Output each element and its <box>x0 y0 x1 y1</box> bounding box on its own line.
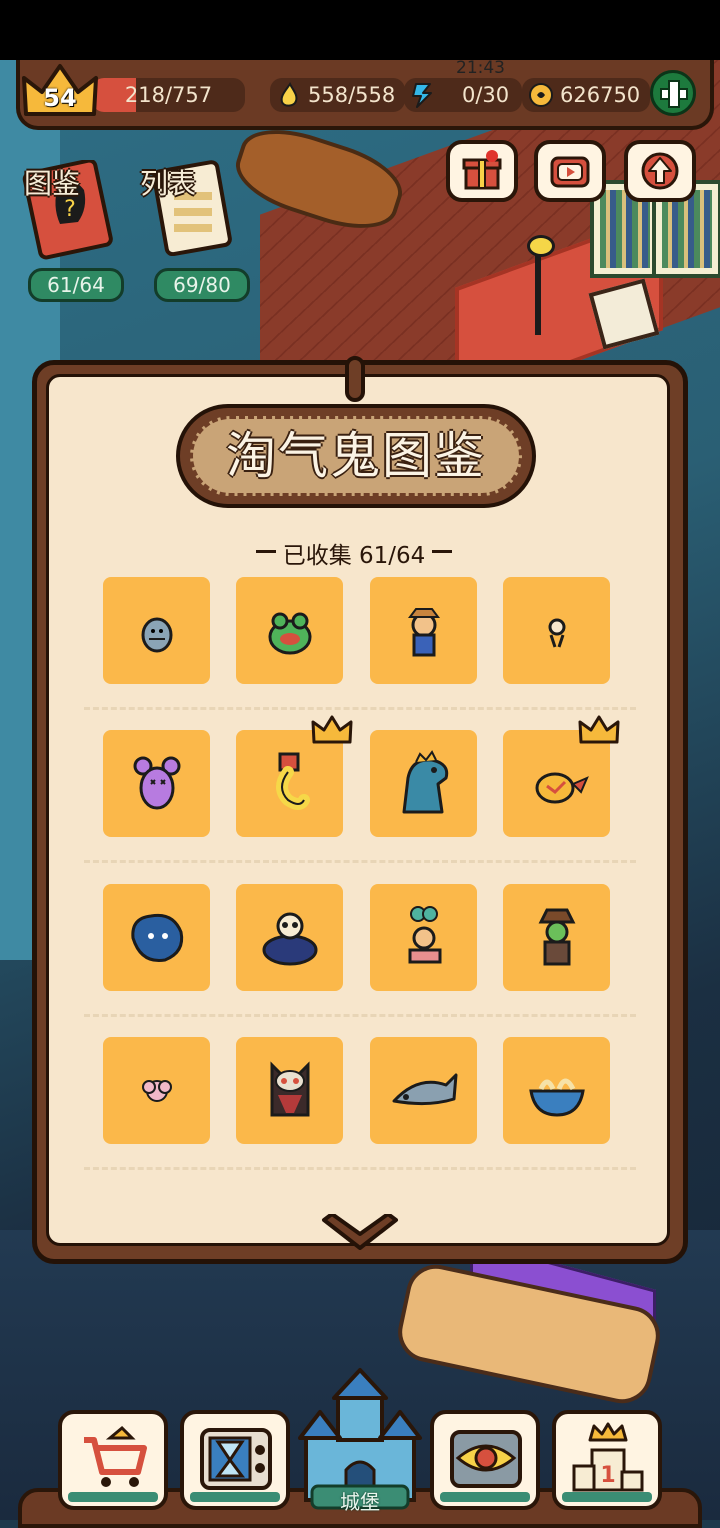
owl-ghost-icon <box>270 1061 310 1117</box>
energy-text: 0/30 <box>462 83 510 107</box>
clock: 21:43 <box>456 58 505 78</box>
crown-badge-icon <box>578 715 620 744</box>
coins-pill[interactable]: 626750 <box>522 78 651 112</box>
detective-ghost-icon <box>538 908 576 966</box>
panda-ghost-icon <box>262 912 318 966</box>
nav-castle-label: 城堡 <box>340 1490 380 1514</box>
video-icon <box>550 156 590 188</box>
collection-cell[interactable] <box>370 577 477 684</box>
scarecrow-ghost-icon <box>408 608 440 657</box>
row-divider <box>84 707 636 710</box>
dinosaur-ghost-icon <box>402 750 449 814</box>
collection-cell[interactable] <box>103 884 210 991</box>
video-button[interactable] <box>534 140 606 202</box>
collection-cell[interactable] <box>236 884 343 991</box>
shop-cart-icon <box>84 1425 147 1487</box>
list-label: 列表 <box>140 167 197 200</box>
upgrade-arrow-icon <box>641 152 679 190</box>
collection-cell[interactable] <box>370 1037 477 1144</box>
collection-cell[interactable] <box>503 1037 610 1144</box>
shark-ghost-icon <box>141 617 173 653</box>
lightning-icon <box>412 83 432 108</box>
nav-shop-button[interactable] <box>58 1410 168 1510</box>
ranking-podium-icon: 1 <box>572 1422 644 1492</box>
coins-text: 626750 <box>560 83 641 107</box>
collection-cell[interactable] <box>370 730 477 837</box>
purple-rat-ghost-icon <box>133 756 181 810</box>
panel-title: 淘气鬼图鉴 <box>226 427 486 485</box>
collection-cell[interactable] <box>103 1037 210 1144</box>
nav-underline <box>562 1492 652 1502</box>
nav-underline <box>440 1492 530 1502</box>
coin-icon <box>529 83 553 107</box>
frog-ghost-icon <box>268 612 312 655</box>
stamina-text: 558/558 <box>308 83 396 107</box>
pink-puff-ghost-icon <box>142 1080 172 1102</box>
panel-hook <box>345 356 365 402</box>
caterpillar-ghost-icon <box>276 752 310 810</box>
crown-badge-icon <box>311 715 353 744</box>
collection-book-label: 图鉴 <box>24 167 81 200</box>
nav-eye-tv-button[interactable] <box>430 1410 540 1510</box>
noodle-bowl-ghost-icon <box>529 1078 585 1117</box>
nav-underline <box>190 1492 280 1502</box>
banana-drop-icon <box>280 82 298 107</box>
fish-ghost-icon <box>392 1073 458 1106</box>
xp-text: 218/757 <box>124 83 213 107</box>
nav-hourglass-button[interactable] <box>180 1410 290 1510</box>
clover-girl-ghost-icon <box>408 906 442 964</box>
collected-counter: 已收集 61/64 <box>256 536 452 570</box>
nav-underline <box>68 1492 158 1502</box>
tiny-sprite-ghost-icon <box>548 618 566 648</box>
svg-text:1: 1 <box>600 1463 615 1488</box>
collection-cell[interactable] <box>236 1037 343 1144</box>
row-divider <box>84 1014 636 1017</box>
add-currency-button[interactable] <box>650 70 696 116</box>
collection-cell[interactable] <box>503 884 610 991</box>
row-divider <box>84 1167 636 1170</box>
gift-icon <box>462 150 502 190</box>
collection-cell[interactable] <box>103 730 210 837</box>
scroll-down-chevron-icon[interactable] <box>318 1214 402 1264</box>
bird-ghost-icon <box>535 772 589 804</box>
xp-bar: 218/757 <box>92 78 245 112</box>
collection-cell[interactable] <box>236 730 343 837</box>
list-count-badge: 69/80 <box>154 268 250 302</box>
gift-button[interactable] <box>446 140 518 202</box>
collection-cell[interactable] <box>370 884 477 991</box>
floor-lamp <box>527 235 555 335</box>
nav-ranking-button[interactable]: 1 <box>552 1410 662 1510</box>
collection-cell[interactable] <box>503 730 610 837</box>
system-status-bar <box>0 0 720 60</box>
collection-cell[interactable] <box>503 577 610 684</box>
row-divider <box>84 860 636 863</box>
collection-cell[interactable] <box>236 577 343 684</box>
upgrade-button[interactable] <box>624 140 696 202</box>
hourglass-tv-icon <box>200 1428 272 1490</box>
collection-count-badge: 61/64 <box>28 268 124 302</box>
stamina-pill[interactable]: 558/558 <box>270 78 406 112</box>
eye-tv-icon <box>450 1430 522 1488</box>
energy-pill[interactable]: 0/30 <box>404 78 522 112</box>
level-number: 54 <box>43 84 77 112</box>
collection-cell[interactable] <box>103 577 210 684</box>
blue-blob-ghost-icon <box>131 913 184 963</box>
